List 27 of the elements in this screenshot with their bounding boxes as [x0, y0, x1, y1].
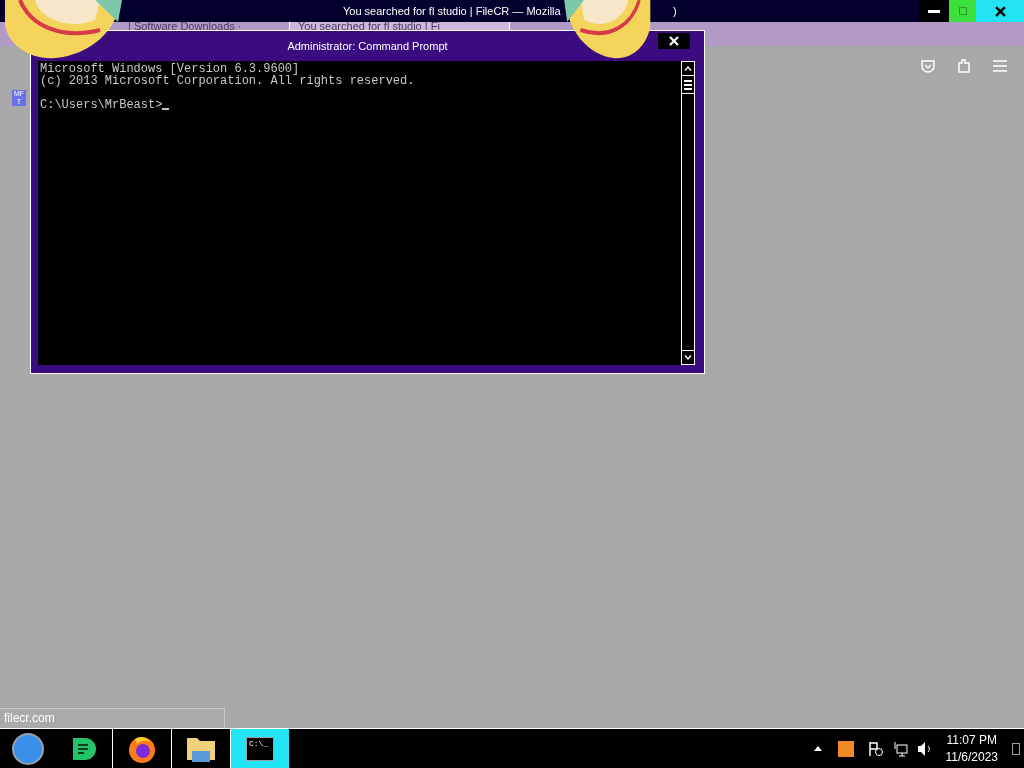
console-line: (c) 2013 Microsoft Corporation. All rights reserved.: [40, 75, 416, 87]
clock[interactable]: 11:07 PM 11/6/2023: [945, 731, 998, 766]
status-text: filecr.com: [0, 708, 225, 728]
flag-icon[interactable]: [867, 740, 884, 757]
console-close-button[interactable]: [658, 33, 690, 49]
start-orb-icon: [12, 732, 44, 765]
taskbar-app[interactable]: C:\_: [230, 728, 289, 768]
close-icon: [669, 36, 679, 46]
tray-expand-icon[interactable]: [813, 746, 822, 751]
clock-time: 11:07 PM: [946, 731, 997, 749]
window-title: You searched for fl studio | FileCR — Mozilla: [343, 3, 562, 19]
window-title-end: ): [673, 3, 677, 19]
close-icon: [994, 5, 1006, 17]
console-line: Microsoft Windows [Version 6.3.9600]: [40, 63, 300, 75]
minimize-button[interactable]: [919, 0, 949, 22]
network-icon[interactable]: [891, 740, 908, 757]
cursor: [162, 108, 170, 110]
notification-icon[interactable]: [1012, 742, 1020, 755]
console-prompt: C:\Users\MrBeast>: [40, 99, 163, 111]
terminal-icon: C:\_: [246, 736, 274, 761]
tray-app-icon[interactable]: [837, 740, 854, 757]
chevron-up-icon: [684, 66, 692, 71]
chat-app-icon: [71, 735, 97, 762]
chevron-down-icon: [684, 355, 692, 360]
close-button[interactable]: [976, 0, 1024, 22]
console-title: Administrator: Command Prompt: [287, 38, 448, 54]
clock-date: 11/6/2023: [945, 748, 998, 766]
